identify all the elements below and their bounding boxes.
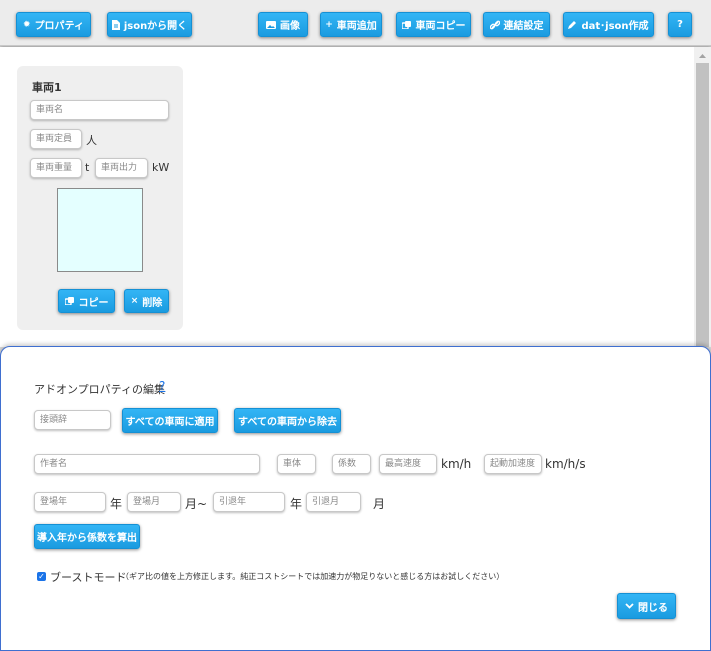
remove-all-vehicles-button-label: すべての車両から除去 [238, 417, 337, 428]
author-input[interactable] [34, 454, 260, 474]
apply-all-vehicles-button[interactable]: すべての車両に適用 [122, 408, 218, 433]
copy-icon [64, 297, 75, 305]
weight-unit: t [85, 161, 90, 174]
file-icon [111, 19, 120, 30]
addon-help-link[interactable]: ? [159, 379, 165, 393]
retire-year-unit: 年 [290, 497, 303, 511]
capacity-unit: 人 [86, 134, 97, 147]
coupling-settings-button-label: 連結設定 [503, 21, 544, 32]
power-unit: kW [152, 161, 170, 174]
retire-month-input[interactable] [306, 492, 361, 512]
apply-all-vehicles-button-label: すべての車両に適用 [125, 417, 215, 428]
copy-vehicle-button[interactable]: 車両コピー [396, 12, 471, 37]
vehicle-weight-input[interactable] [30, 158, 82, 178]
vertical-scrollbar[interactable] [694, 47, 711, 347]
intro-month-input[interactable] [127, 492, 181, 512]
dat-json-create-button-label: dat･json作成 [581, 21, 649, 32]
vehicle-list-area: 車両1 人 t kW コピー × 削除 [0, 47, 694, 347]
remove-all-vehicles-button[interactable]: すべての車両から除去 [234, 408, 341, 433]
link-icon [489, 20, 500, 30]
boost-mode-label: ブーストモード [50, 571, 127, 584]
plus-icon: + [325, 19, 333, 30]
open-json-button[interactable]: jsonから開く [107, 12, 192, 37]
add-vehicle-button[interactable]: + 車両追加 [320, 12, 382, 37]
property-button[interactable]: ✹ プロパティ [16, 12, 91, 37]
max-speed-input[interactable] [379, 454, 437, 474]
image-button-label: 画像 [280, 21, 300, 32]
property-button-label: プロパティ [34, 21, 84, 32]
max-speed-unit: km/h [441, 457, 472, 471]
acceleration-unit: km/h/s [545, 457, 586, 471]
close-panel-button[interactable]: 閉じる [617, 593, 676, 619]
vehicle-image-preview[interactable] [57, 188, 143, 272]
vehicle-capacity-input[interactable] [30, 129, 82, 149]
acceleration-input[interactable] [484, 454, 542, 474]
copy-vehicle-button-label: 車両コピー [415, 21, 466, 32]
vehicle-delete-button[interactable]: × 削除 [124, 289, 169, 313]
copy-icon [401, 20, 412, 29]
vehicle-copy-button[interactable]: コピー [58, 289, 115, 313]
scrollbar-thumb[interactable] [696, 63, 709, 347]
image-icon [266, 20, 276, 29]
addon-property-panel: アドオンプロパティの編集 ? すべての車両に適用 すべての車両から除去 km/h… [0, 346, 711, 651]
help-button[interactable]: ? [668, 12, 692, 37]
coefficient-input[interactable] [332, 454, 371, 474]
top-toolbar: ✹ プロパティ jsonから開く 画像 + 車両追加 車両コピー 連結設定 da… [0, 0, 711, 46]
vehicle-card: 車両1 人 t kW コピー × 削除 [17, 66, 183, 330]
chevron-down-icon [625, 603, 634, 609]
dat-json-create-button[interactable]: dat･json作成 [563, 12, 654, 37]
image-button[interactable]: 画像 [258, 12, 308, 37]
gear-icon: ✹ [23, 19, 31, 30]
prefix-input[interactable] [34, 410, 111, 430]
intro-month-tilde: 月~ [185, 497, 208, 511]
vehicle-power-input[interactable] [95, 158, 148, 178]
intro-year-input[interactable] [34, 492, 106, 512]
calc-coefficient-button-label: 導入年から係数を算出 [37, 533, 137, 544]
add-vehicle-button-label: 車両追加 [336, 21, 377, 32]
close-icon: × [130, 296, 139, 306]
coupling-settings-button[interactable]: 連結設定 [483, 12, 550, 37]
close-panel-button-label: 閉じる [638, 602, 668, 614]
boost-mode-checkbox[interactable]: ✓ [37, 572, 46, 581]
help-button-label: ? [677, 19, 683, 30]
intro-year-unit: 年 [110, 497, 123, 511]
pencil-icon [568, 20, 577, 29]
scroll-up-arrow-icon[interactable] [694, 49, 711, 63]
addon-panel-title: アドオンプロパティの編集 [34, 383, 166, 396]
body-input[interactable] [277, 454, 316, 474]
vehicle-card-title: 車両1 [32, 81, 62, 94]
open-json-button-label: jsonから開く [123, 21, 188, 32]
vehicle-name-input[interactable] [30, 100, 169, 120]
calc-coefficient-button[interactable]: 導入年から係数を算出 [34, 524, 140, 549]
boost-mode-note: （ギア比の値を上方修正します。純正コストシートでは加速力が物足りないと感じる方は… [121, 572, 505, 581]
retire-month-unit: 月 [373, 497, 386, 511]
retire-year-input[interactable] [213, 492, 285, 512]
vehicle-delete-button-label: 削除 [142, 297, 163, 309]
vehicle-copy-button-label: コピー [78, 297, 109, 309]
